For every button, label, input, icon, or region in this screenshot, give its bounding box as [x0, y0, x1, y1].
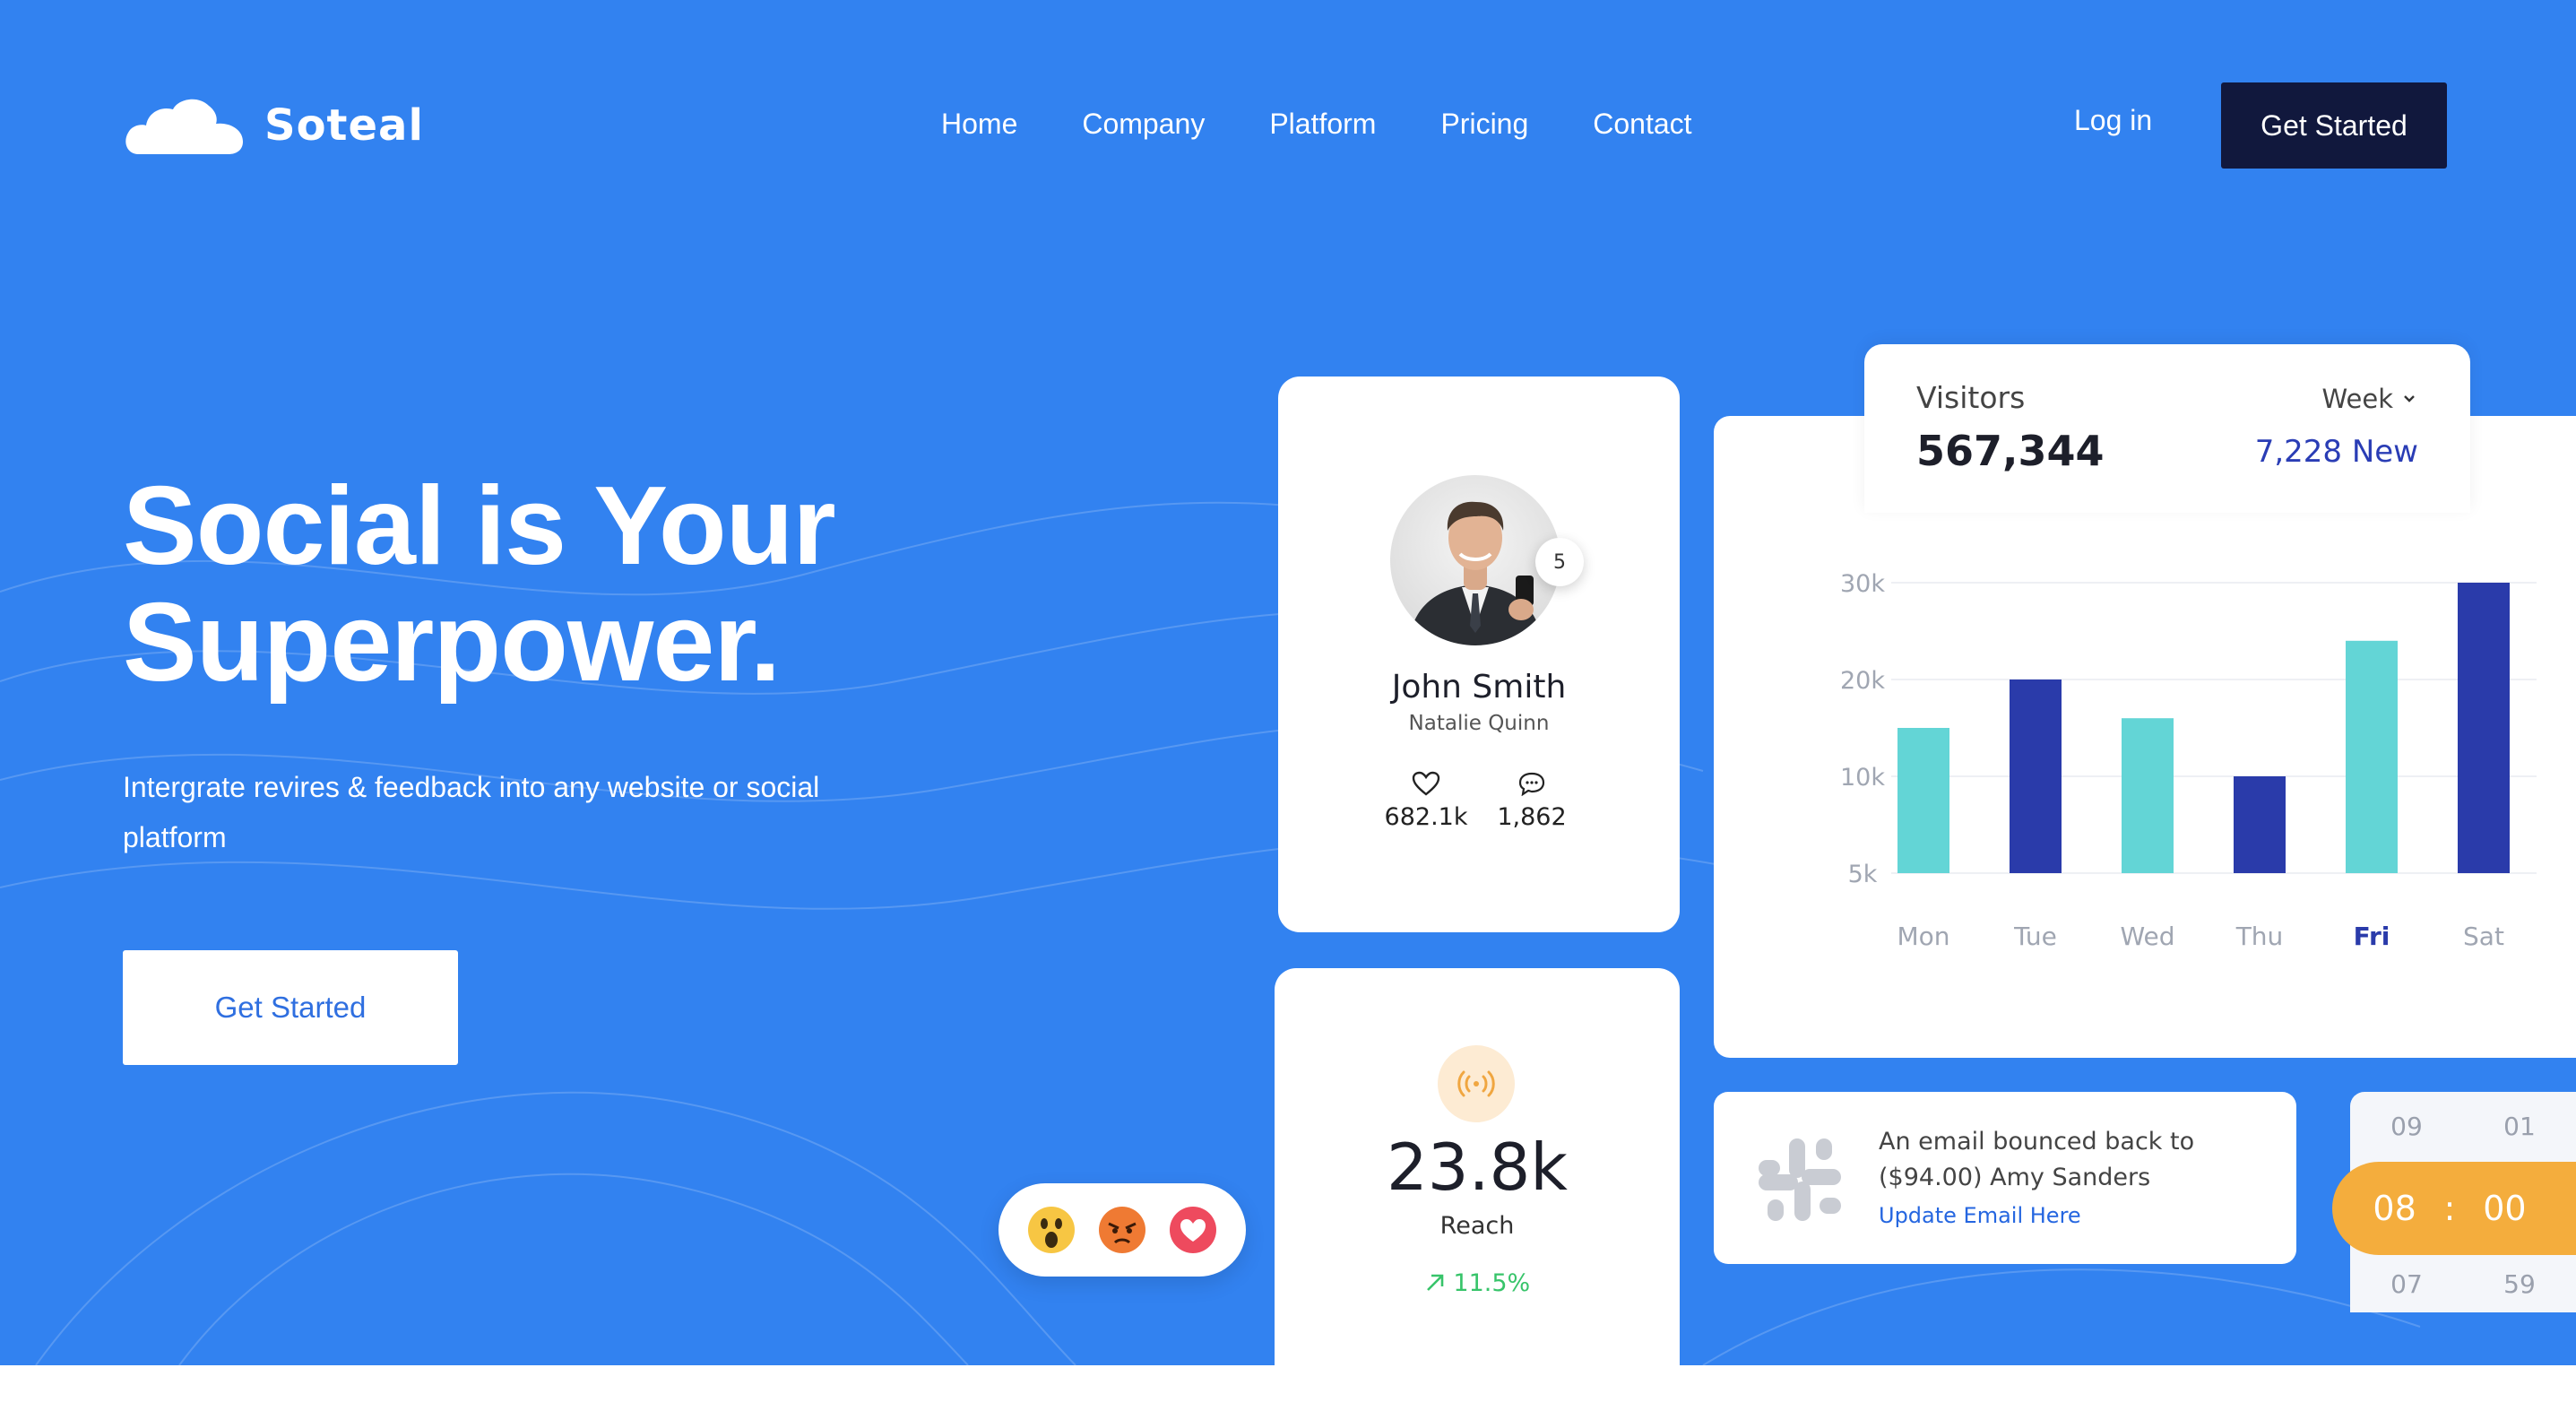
email-bounce-notification: An email bounced back to ($94.00) Amy Sa… [1714, 1092, 2296, 1264]
reach-growth: 11.5% [1275, 1269, 1680, 1297]
x-tick-label-sat: Sat [2463, 922, 2504, 951]
next-minute[interactable]: 59 [2503, 1269, 2536, 1299]
chevron-down-icon [2404, 395, 2415, 403]
arrow-up-right-icon [1426, 1274, 1444, 1291]
reach-card: 23.8k Reach 11.5% [1275, 968, 1680, 1365]
selected-hour[interactable]: 08 [2373, 1189, 2416, 1228]
period-label: Week [2321, 384, 2393, 414]
slack-icon [1759, 1138, 1841, 1221]
nav-pricing[interactable]: Pricing [1440, 108, 1528, 141]
time-picker-prev-row[interactable]: 09 01 [2350, 1112, 2576, 1141]
time-separator: : [2443, 1189, 2456, 1228]
wow-emoji-icon[interactable] [1027, 1206, 1076, 1254]
hero-section: Soteal Home Company Platform Pricing Con… [0, 0, 2576, 1365]
brand-logo[interactable]: Soteal [123, 97, 424, 154]
notification-message: An email bounced back to ($94.00) Amy Sa… [1879, 1128, 2195, 1191]
x-tick-label-fri: Fri [2354, 922, 2390, 951]
next-hour[interactable]: 07 [2390, 1269, 2423, 1299]
x-tick-label-tue: Tue [2013, 922, 2057, 951]
cloud-icon [125, 99, 243, 154]
login-link[interactable]: Log in [2074, 104, 2152, 137]
get-started-hero-button[interactable]: Get Started [123, 950, 458, 1065]
visitors-summary: Visitors 567,344 Week 7,228 New [1864, 344, 2470, 513]
nav-platform[interactable]: Platform [1269, 108, 1376, 141]
likes-stat[interactable]: 682.1k [1377, 771, 1475, 831]
profile-name: John Smith [1391, 669, 1567, 706]
avatar-wrapper: 5 [1390, 475, 1584, 645]
reach-label: Reach [1439, 1212, 1515, 1240]
reach-value: 23.8k [1386, 1130, 1568, 1205]
likes-count: 682.1k [1384, 803, 1468, 831]
nav-contact[interactable]: Contact [1593, 108, 1691, 141]
nav-company[interactable]: Company [1082, 108, 1205, 141]
x-tick-label-mon: Mon [1897, 922, 1949, 951]
get-started-header-button[interactable]: Get Started [2221, 82, 2447, 169]
prev-minute[interactable]: 01 [2503, 1112, 2536, 1141]
bar-thu[interactable] [2234, 776, 2286, 873]
bar-wed[interactable] [2122, 718, 2174, 873]
bar-sat[interactable] [2458, 583, 2510, 873]
visitors-value: 567,344 [1916, 427, 2105, 475]
profile-subtitle: Natalie Quinn [1408, 712, 1550, 735]
time-picker-next-row[interactable]: 07 59 [2350, 1269, 2576, 1299]
headline-line-2: Superpower. [123, 581, 781, 705]
nav-home[interactable]: Home [941, 108, 1017, 141]
notification-badge: 5 [1535, 538, 1584, 586]
heart-emoji-icon[interactable] [1169, 1206, 1217, 1254]
y-tick-label: 5k [1848, 861, 1878, 888]
update-email-link[interactable]: Update Email Here [1879, 1203, 2081, 1228]
hero-headline: Social is Your Superpower. [123, 468, 929, 701]
reactions-pill [998, 1183, 1246, 1277]
comment-icon [1518, 772, 1545, 796]
hero-subtext: Intergrate revires & feedback into any w… [123, 771, 820, 853]
visitors-bar-chart: 30k 20k 10k 5k Mon Tue Wed Thu Fri Sat [1840, 570, 2537, 951]
heart-icon [1412, 771, 1440, 796]
bar-mon[interactable] [1897, 728, 1949, 873]
x-tick-label-thu: Thu [2235, 922, 2284, 951]
visitors-new: 7,228 New [2254, 434, 2418, 470]
selected-minute[interactable]: 00 [2483, 1189, 2526, 1228]
prev-hour[interactable]: 09 [2390, 1112, 2423, 1141]
reach-growth-value: 11.5% [1453, 1269, 1531, 1297]
comments-count: 1,862 [1497, 803, 1567, 831]
comments-stat[interactable]: 1,862 [1482, 771, 1581, 831]
period-dropdown[interactable]: Week [2322, 384, 2418, 414]
bar-tue[interactable] [2010, 680, 2062, 873]
y-tick-label: 20k [1840, 667, 1885, 695]
profile-card: 5 John Smith Natalie Quinn 682.1k 1,862 [1278, 377, 1680, 932]
y-tick-label: 30k [1840, 570, 1885, 598]
x-tick-label-wed: Wed [2120, 922, 2174, 951]
angry-emoji-icon[interactable] [1098, 1206, 1146, 1254]
brand-name: Soteal [264, 100, 424, 151]
broadcast-icon [1438, 1045, 1515, 1122]
y-tick-label: 10k [1840, 764, 1885, 792]
headline-line-1: Social is Your [123, 464, 836, 588]
time-picker-selected[interactable]: 08 : 00 [2332, 1162, 2576, 1255]
main-nav: Home Company Platform Pricing Contact [941, 108, 1757, 141]
bar-fri[interactable] [2346, 640, 2398, 873]
visitors-label: Visitors [1916, 380, 2026, 415]
